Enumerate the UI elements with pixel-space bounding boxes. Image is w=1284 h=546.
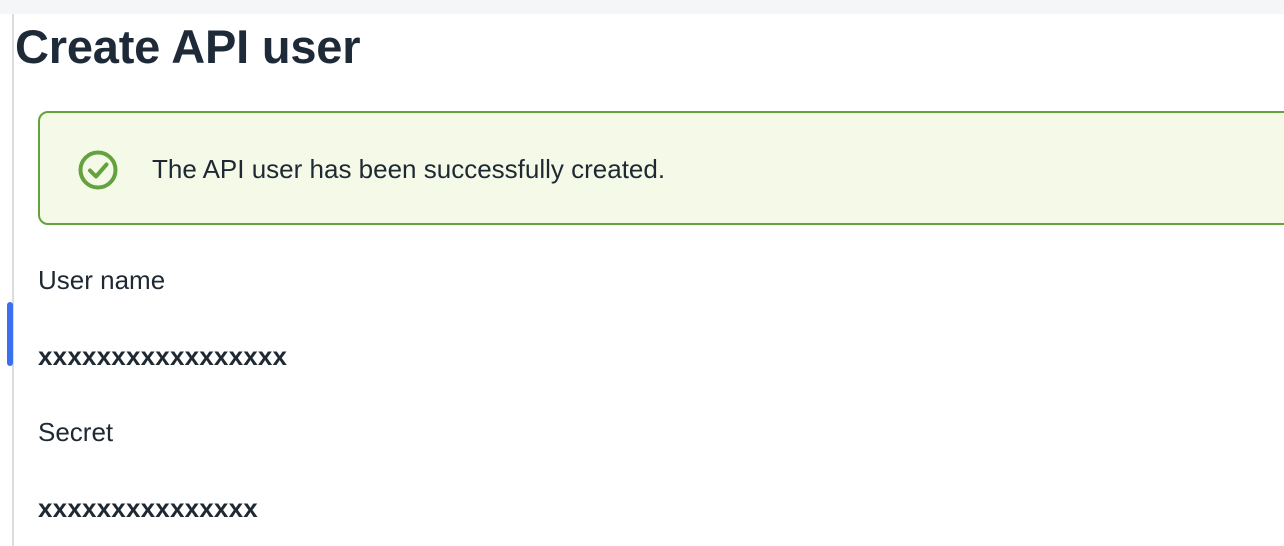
success-alert: The API user has been successfully creat… — [38, 111, 1284, 225]
user-name-label: User name — [38, 265, 166, 295]
left-divider — [12, 14, 14, 546]
check-circle-icon — [78, 150, 118, 190]
create-api-user-page: Create API user The API user has been su… — [0, 0, 1284, 546]
user-name-value: xxxxxxxxxxxxxxxxx — [38, 341, 288, 371]
success-message: The API user has been successfully creat… — [152, 154, 666, 184]
secret-label: Secret — [38, 417, 114, 447]
secret-value: xxxxxxxxxxxxxxx — [38, 493, 258, 523]
top-bar — [0, 0, 1284, 14]
page-title: Create API user — [15, 20, 361, 73]
scroll-handle[interactable] — [7, 302, 13, 366]
